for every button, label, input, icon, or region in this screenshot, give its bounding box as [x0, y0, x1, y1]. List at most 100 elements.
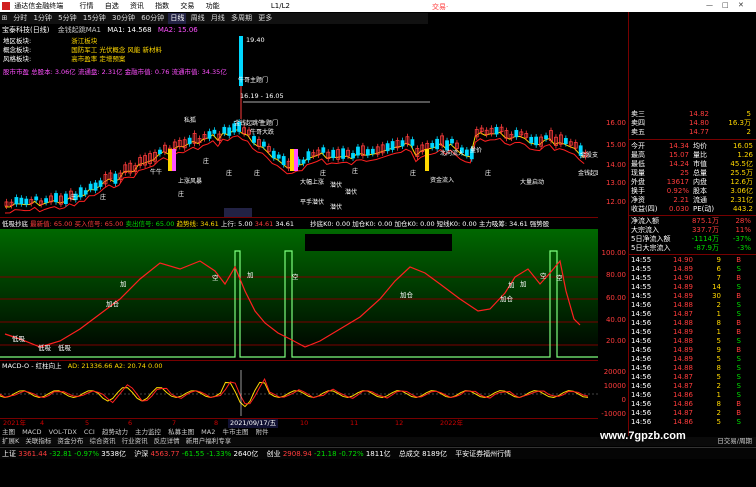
maximize-button[interactable]: □ [722, 1, 729, 9]
signal-label: 加仓 [106, 299, 120, 308]
menu-watchlist[interactable]: 自选 [105, 0, 119, 12]
tick-row: 14:56 14.86 1 S [631, 391, 741, 399]
quote-top-blank [628, 12, 756, 108]
tick-row: 14:56 14.86 5 S [631, 418, 741, 426]
menu-quotes[interactable]: 行情 [79, 0, 93, 12]
indicator1-param: 34.61 [275, 220, 294, 228]
tab-industry[interactable]: 行业资讯 [122, 437, 148, 445]
redacted-box [305, 234, 452, 251]
tab-vol[interactable]: VOL-TDX [49, 428, 77, 436]
sell-row[interactable]: 卖三 14.82 5 [631, 110, 756, 119]
sell-row[interactable]: 卖五 14.77 2 [631, 128, 756, 137]
menu-news[interactable]: 资讯 [130, 0, 144, 12]
tick-row: 14:55 14.89 14 S [631, 283, 741, 291]
tab-15min[interactable]: 15分钟 [81, 13, 108, 24]
tick-row: 14:56 14.89 9 B [631, 346, 741, 354]
tab-daily[interactable]: 日线 [168, 13, 187, 24]
app-title: 通达信金融终端 [14, 2, 64, 10]
candle-body [356, 146, 360, 156]
candle-body [301, 159, 306, 164]
candle-body [88, 183, 93, 190]
tab-trend[interactable]: 趋势动力 [102, 428, 128, 436]
stat-row: 最高 15.07 量比 1.26 [631, 151, 753, 159]
candle-body [98, 180, 103, 187]
tab-related[interactable]: 关联指标 [25, 437, 51, 445]
candle-body [227, 127, 232, 136]
signal-label: 牛哥大跌 [250, 128, 274, 136]
stat-row: 外盘 13617 内盘 12.6万 [631, 178, 753, 186]
stat-row: 今开 14.34 均价 16.05 [631, 142, 753, 150]
menu-functions[interactable]: 功能 [206, 0, 220, 12]
tab-60min[interactable]: 60分钟 [139, 13, 166, 24]
broker-name[interactable]: 平安证券福州行情 [455, 450, 511, 458]
signal-label: 量价 [470, 147, 482, 154]
stat-row: 现量 25 总量 25.5万 [631, 169, 753, 177]
tab-multi[interactable]: 多周期 [229, 13, 254, 24]
close-button[interactable]: ✕ [738, 1, 744, 9]
tab-monthly[interactable]: 月线 [209, 13, 227, 24]
signal-label: 资金流入 [430, 176, 454, 184]
tab-macd[interactable]: MACD [22, 428, 41, 436]
signal-label: 上涨风暴 [178, 177, 202, 185]
tab-monitor[interactable]: 主力监控 [135, 428, 161, 436]
tab-react[interactable]: 反应详情 [154, 437, 180, 445]
tick-row: 14:56 14.87 5 S [631, 373, 741, 381]
tab-intraday[interactable]: 分时 [11, 13, 29, 24]
signal-label: 北向流入 [440, 149, 464, 157]
bottom-filler [0, 460, 756, 487]
stat-row: 净资 2.21 流通 2.31亿 [631, 196, 753, 204]
tab-attach[interactable]: 附件 [256, 428, 269, 436]
tab-30min[interactable]: 30分钟 [110, 13, 137, 24]
indicator1-chart: 低吸低吸 低吸加加仓空加空加仓 加仓加 加空空 [0, 229, 598, 359]
sell-rows: 卖三 14.82 5 卖四 14.80 16.3万 卖五 14.77 2 [629, 108, 756, 137]
tab-more[interactable]: 更多 [256, 13, 274, 24]
signal-label: 牛牛 [150, 168, 162, 176]
tab-ma2[interactable]: MA2 [201, 428, 215, 436]
tab-weekly[interactable]: 周线 [189, 13, 207, 24]
menu-trade[interactable]: 交易 [180, 0, 194, 12]
version-label[interactable]: L1/L2 [271, 2, 290, 10]
signal-label: 主题门 [260, 119, 278, 127]
tab-fund[interactable]: 资金分布 [57, 437, 83, 445]
menu-index[interactable]: 指数 [155, 0, 169, 12]
signal-label: 加 [508, 280, 515, 289]
candle-body [544, 135, 548, 140]
indicator1-name[interactable]: 低吸抄底 [2, 220, 28, 228]
tab-extk[interactable]: 扩展K [2, 437, 19, 445]
tab-bull[interactable]: 牛市主图 [222, 428, 248, 436]
indicator2-name[interactable]: MACD-O - 红柱向上 [2, 362, 62, 370]
flow-row: 5日净流入额 -1114万 -37% [631, 235, 751, 243]
tab-private[interactable]: 私募主图 [168, 428, 194, 436]
tab-5min[interactable]: 5分钟 [56, 13, 78, 24]
grid-icon[interactable]: ⊞ [0, 13, 9, 24]
tab-promo[interactable]: 新用户福利专享 [186, 437, 232, 445]
tab-1min[interactable]: 1分钟 [31, 13, 53, 24]
minimize-button[interactable]: — [706, 1, 713, 9]
candle-body [450, 138, 454, 144]
signal-label: 庄 [254, 169, 260, 177]
candle-body [281, 156, 286, 166]
tab-main[interactable]: 主图 [2, 428, 15, 436]
candle-body [19, 197, 24, 205]
date-label: 8 [214, 419, 219, 427]
candle-body [93, 182, 98, 191]
mode-tag [224, 208, 252, 217]
tab-news[interactable]: 综合资讯 [90, 437, 116, 445]
tab-cci[interactable]: CCI [84, 428, 95, 436]
sell-row[interactable]: 卖四 14.80 16.3万 [631, 119, 756, 128]
trade-link[interactable]: 交易· [432, 2, 448, 12]
price-tick: 12.00 [605, 198, 626, 206]
candle-body [430, 143, 435, 148]
indicator1-param: 买入信号: 65.00 [74, 220, 124, 228]
indicator1-param: 最新值: 65.00 [30, 220, 73, 228]
indicator2-chart [0, 370, 598, 416]
index-item[interactable]: 上证 3361.44 -32.81 -0.97% 3538亿 [2, 450, 126, 458]
index-item[interactable]: 创业 2908.94 -21.18 -0.72% 1811亿 [267, 450, 391, 458]
indicator2-panel [0, 370, 598, 416]
stat-row: 最低 14.24 市值 45.5亿 [631, 160, 753, 168]
index-item[interactable]: 沪深 4563.77 -61.55 -1.33% 2640亿 [134, 450, 258, 458]
bottom-right-label[interactable]: 日交易/周期 [717, 437, 752, 446]
ind2-tick: 20000 [603, 368, 626, 376]
signal-label: 庄 [203, 157, 209, 165]
candle-body [64, 193, 68, 204]
